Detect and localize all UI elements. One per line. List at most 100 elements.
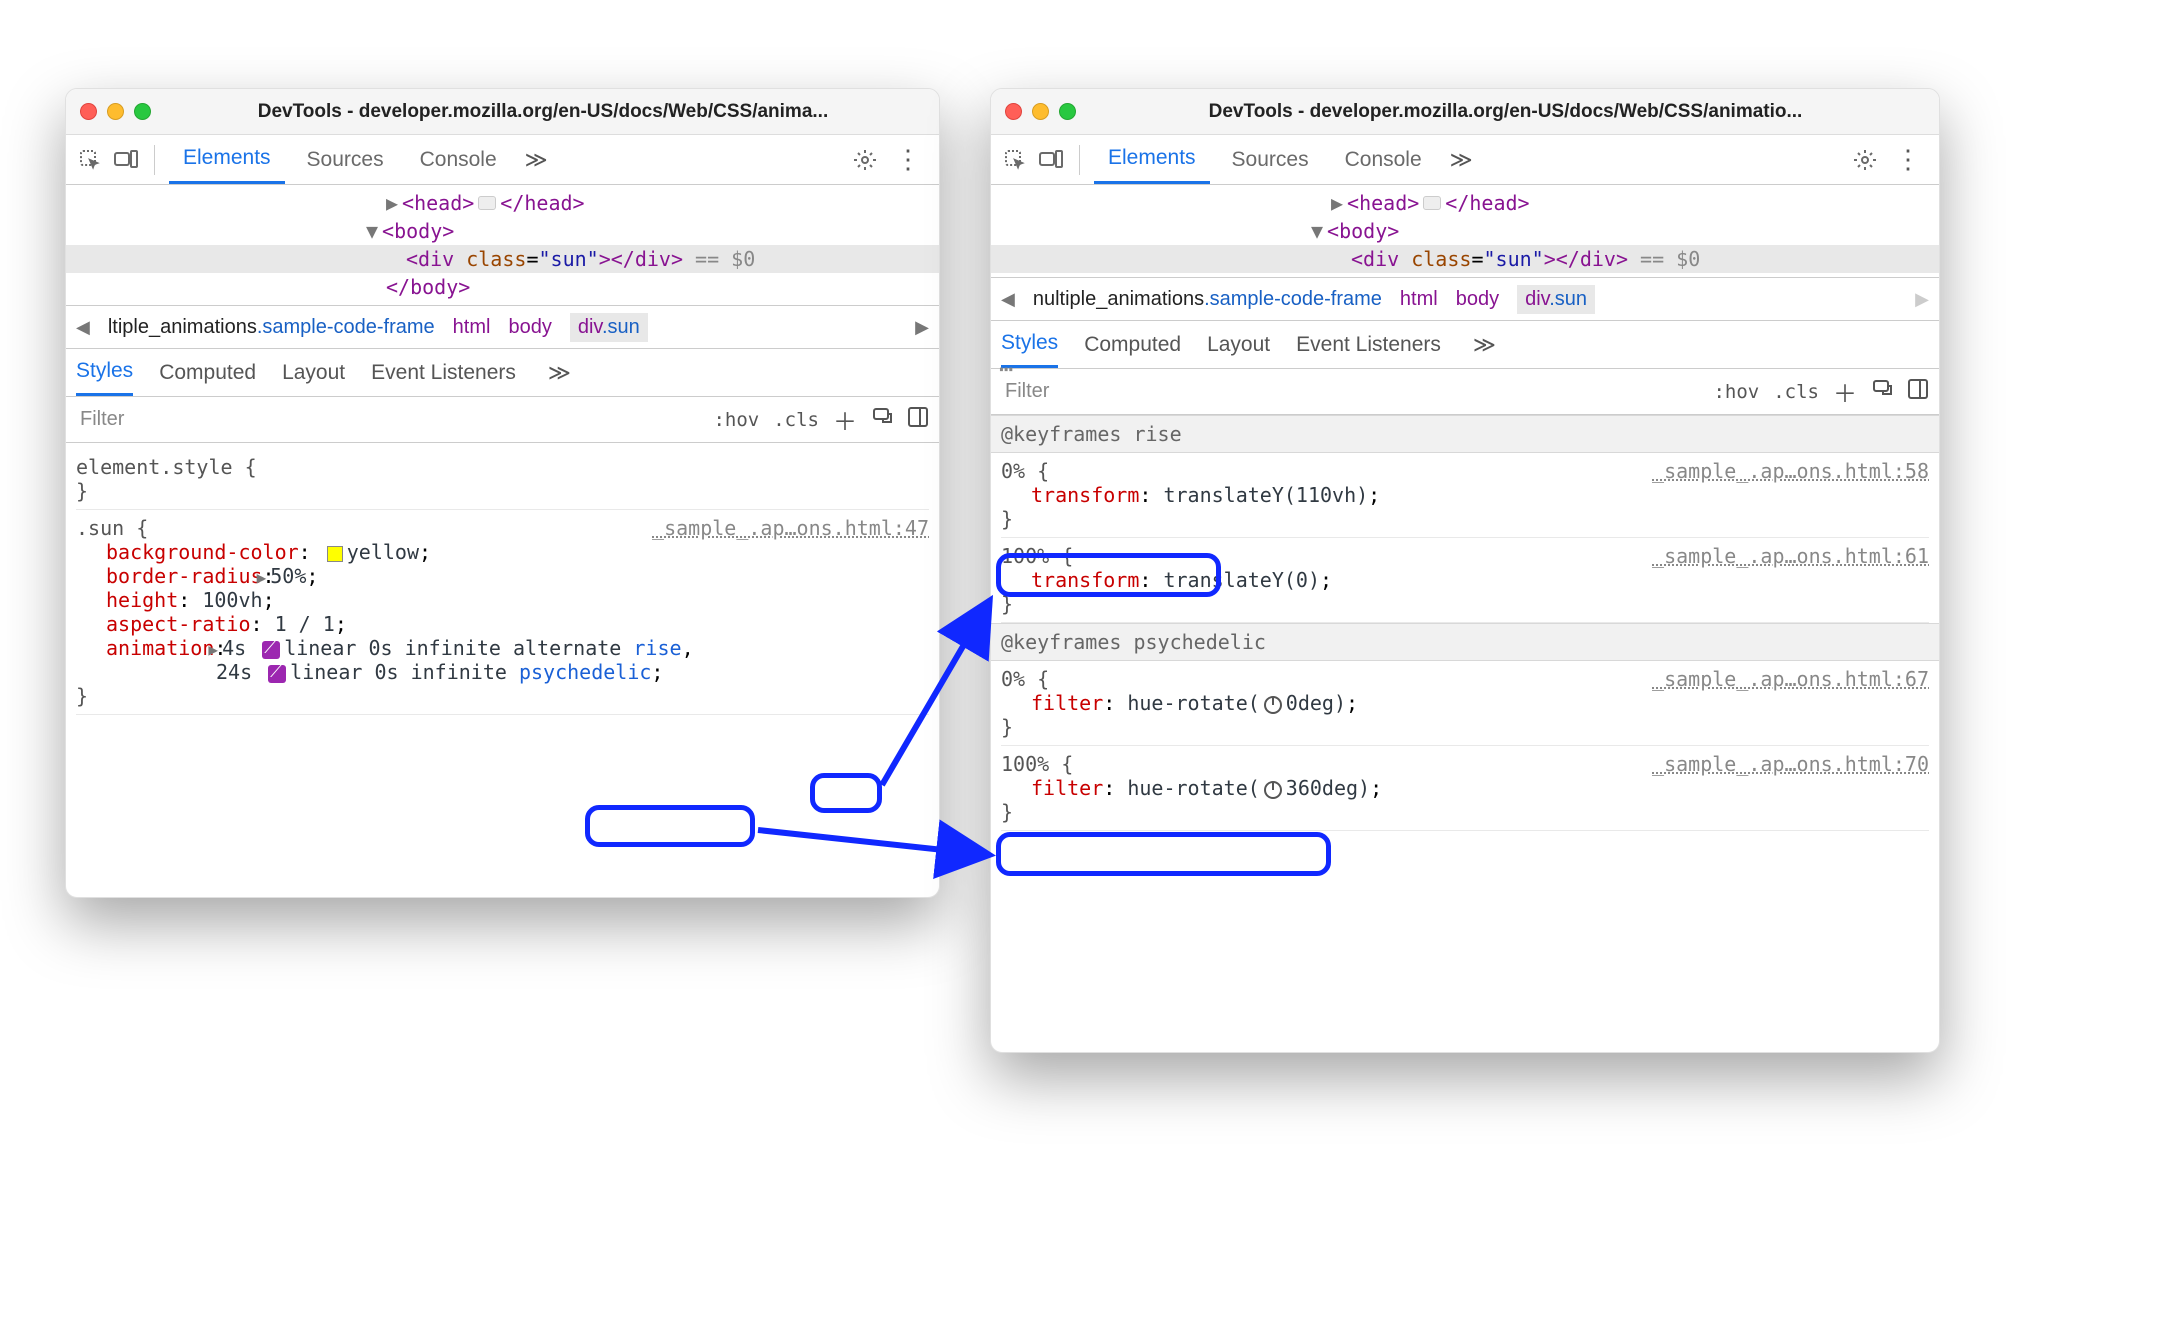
rule-rise-100[interactable]: 100% {_sample_.ap…ons.html:61 transform:… xyxy=(1001,538,1929,623)
styles-pane[interactable]: @keyframes rise 0% {_sample_.ap…ons.html… xyxy=(991,415,1939,831)
source-link[interactable]: _sample_.ap…ons.html:58 xyxy=(1652,459,1929,483)
panel-icon[interactable] xyxy=(1907,378,1929,406)
chevron-left-icon[interactable]: ◀ xyxy=(1001,289,1015,310)
tab-console[interactable]: Console xyxy=(406,135,511,184)
source-link[interactable]: _sample_.ap…ons.html:47 xyxy=(652,516,929,540)
dom-head[interactable]: ▶<head></head> xyxy=(66,189,939,217)
window-title: DevTools - developer.mozilla.org/en-US/d… xyxy=(161,101,925,123)
inspect-icon[interactable] xyxy=(76,146,104,174)
rule-psych-0[interactable]: 0% {_sample_.ap…ons.html:67 filter: hue-… xyxy=(1001,661,1929,746)
source-link[interactable]: _sample_.ap…ons.html:70 xyxy=(1652,752,1929,776)
dom-body-open[interactable]: ▼<body> xyxy=(66,217,939,245)
crumb-div-sun[interactable]: div.sun xyxy=(1517,285,1595,314)
dom-tree[interactable]: ▶<head></head> ▼<body> <div class="sun">… xyxy=(991,185,1939,277)
tab-sources[interactable]: Sources xyxy=(293,135,398,184)
ellipsis-icon xyxy=(478,196,496,210)
subtab-styles[interactable]: Styles xyxy=(76,349,133,396)
color-swatch-icon[interactable] xyxy=(327,546,343,562)
cls-toggle[interactable]: .cls xyxy=(1773,381,1819,403)
cls-toggle[interactable]: .cls xyxy=(773,409,819,431)
tab-elements[interactable]: Elements xyxy=(169,135,285,184)
crumb-html[interactable]: html xyxy=(453,316,491,339)
prop-height[interactable]: height: 100vh; xyxy=(76,588,929,612)
crumb-body[interactable]: body xyxy=(508,316,551,339)
tab-console[interactable]: Console xyxy=(1331,135,1436,184)
add-rule-icon[interactable]: ＋ xyxy=(833,402,857,437)
ellipsis-icon[interactable]: ⋯ xyxy=(999,355,1013,383)
filter-input[interactable]: Filter xyxy=(76,408,699,431)
kebab-icon[interactable]: ⋮ xyxy=(887,144,929,175)
traffic-lights xyxy=(80,103,151,120)
more-subtabs-icon[interactable]: ≫ xyxy=(542,360,577,386)
keyframes-psychedelic-header[interactable]: @keyframes psychedelic xyxy=(991,623,1939,661)
tab-elements[interactable]: Elements xyxy=(1094,135,1210,184)
subtab-layout[interactable]: Layout xyxy=(1207,333,1270,357)
dom-body-open[interactable]: ▼<body> xyxy=(991,217,1939,245)
keyframes-rise-header[interactable]: @keyframes rise xyxy=(991,415,1939,453)
subtab-layout[interactable]: Layout xyxy=(282,361,345,385)
gear-icon[interactable] xyxy=(851,146,879,174)
subtab-events[interactable]: Event Listeners xyxy=(371,361,516,385)
panel-icon[interactable] xyxy=(907,406,929,434)
rule-rise-0[interactable]: 0% {_sample_.ap…ons.html:58 transform: t… xyxy=(1001,453,1929,538)
prop-animation[interactable]: animation:▶4s linear 0s infinite alterna… xyxy=(76,636,929,660)
dom-tree[interactable]: ▶<head></head> ▼<body> <div class="sun">… xyxy=(66,185,939,305)
filter-input[interactable]: Filter xyxy=(1001,380,1699,403)
crumb-body[interactable]: body xyxy=(1456,288,1499,311)
chevron-right-icon[interactable]: ▶ xyxy=(1915,289,1929,310)
crumb-div-sun[interactable]: div.sun xyxy=(570,313,648,342)
prop-aspect-ratio[interactable]: aspect-ratio: 1 / 1; xyxy=(76,612,929,636)
more-subtabs-icon[interactable]: ≫ xyxy=(1467,332,1502,358)
keyframe-link-rise[interactable]: rise xyxy=(633,636,681,660)
more-tabs-icon[interactable]: ≫ xyxy=(1444,147,1479,173)
maximize-icon[interactable] xyxy=(134,103,151,120)
easing-icon[interactable] xyxy=(262,641,280,659)
breadcrumb[interactable]: ◀ nultiple_animations.sample-code-frame … xyxy=(991,277,1939,321)
dom-div-sun[interactable]: <div class="sun"></div> == $0 xyxy=(66,245,939,273)
source-link[interactable]: _sample_.ap…ons.html:61 xyxy=(1652,544,1929,568)
rule-sun[interactable]: .sun { _sample_.ap…ons.html:47 backgroun… xyxy=(76,510,929,715)
rule-psych-100[interactable]: 100% {_sample_.ap…ons.html:70 filter: hu… xyxy=(1001,746,1929,831)
minimize-icon[interactable] xyxy=(1032,103,1049,120)
subtab-events[interactable]: Event Listeners xyxy=(1296,333,1441,357)
prop-bg[interactable]: background-color: yellow; xyxy=(76,540,929,564)
angle-icon[interactable] xyxy=(1264,781,1282,799)
keyframe-link-psychedelic[interactable]: psychedelic xyxy=(519,660,651,684)
chevron-right-icon[interactable]: ▶ xyxy=(915,317,929,338)
hov-toggle[interactable]: :hov xyxy=(1713,381,1759,403)
close-icon[interactable] xyxy=(1005,103,1022,120)
maximize-icon[interactable] xyxy=(1059,103,1076,120)
gear-icon[interactable] xyxy=(1851,146,1879,174)
dom-head[interactable]: ▶<head></head> xyxy=(991,189,1939,217)
hov-toggle[interactable]: :hov xyxy=(713,409,759,431)
prop-animation-2[interactable]: 24s linear 0s infinite psychedelic; xyxy=(76,660,929,684)
kebab-icon[interactable]: ⋮ xyxy=(1887,144,1929,175)
prop-border-radius[interactable]: border-radius:▶50%; xyxy=(76,564,929,588)
rule-element-style[interactable]: element.style { } xyxy=(76,449,929,510)
inspect-icon[interactable] xyxy=(1001,146,1029,174)
chevron-left-icon[interactable]: ◀ xyxy=(76,317,90,338)
crumb-html[interactable]: html xyxy=(1400,288,1438,311)
divider xyxy=(1079,145,1080,175)
crumb-frame[interactable]: ltiple_animations.sample-code-frame xyxy=(108,316,435,339)
crumb-frame[interactable]: nultiple_animations.sample-code-frame xyxy=(1033,288,1382,311)
subtab-computed[interactable]: Computed xyxy=(159,361,256,385)
breadcrumb[interactable]: ◀ ltiple_animations.sample-code-frame ht… xyxy=(66,305,939,349)
close-icon[interactable] xyxy=(80,103,97,120)
styles-pane[interactable]: element.style { } .sun { _sample_.ap…ons… xyxy=(66,443,939,725)
minimize-icon[interactable] xyxy=(107,103,124,120)
tab-sources[interactable]: Sources xyxy=(1218,135,1323,184)
more-tabs-icon[interactable]: ≫ xyxy=(519,147,554,173)
dom-div-sun[interactable]: <div class="sun"></div> == $0 xyxy=(991,245,1939,273)
device-icon[interactable] xyxy=(1037,146,1065,174)
paint-icon[interactable] xyxy=(871,406,893,434)
device-icon[interactable] xyxy=(112,146,140,174)
angle-icon[interactable] xyxy=(1264,696,1282,714)
add-rule-icon[interactable]: ＋ xyxy=(1833,374,1857,409)
source-link[interactable]: _sample_.ap…ons.html:67 xyxy=(1652,667,1929,691)
titlebar: DevTools - developer.mozilla.org/en-US/d… xyxy=(66,89,939,135)
paint-icon[interactable] xyxy=(1871,378,1893,406)
easing-icon[interactable] xyxy=(268,665,286,683)
subtab-computed[interactable]: Computed xyxy=(1084,333,1181,357)
dom-body-close[interactable]: </body> xyxy=(66,273,939,301)
